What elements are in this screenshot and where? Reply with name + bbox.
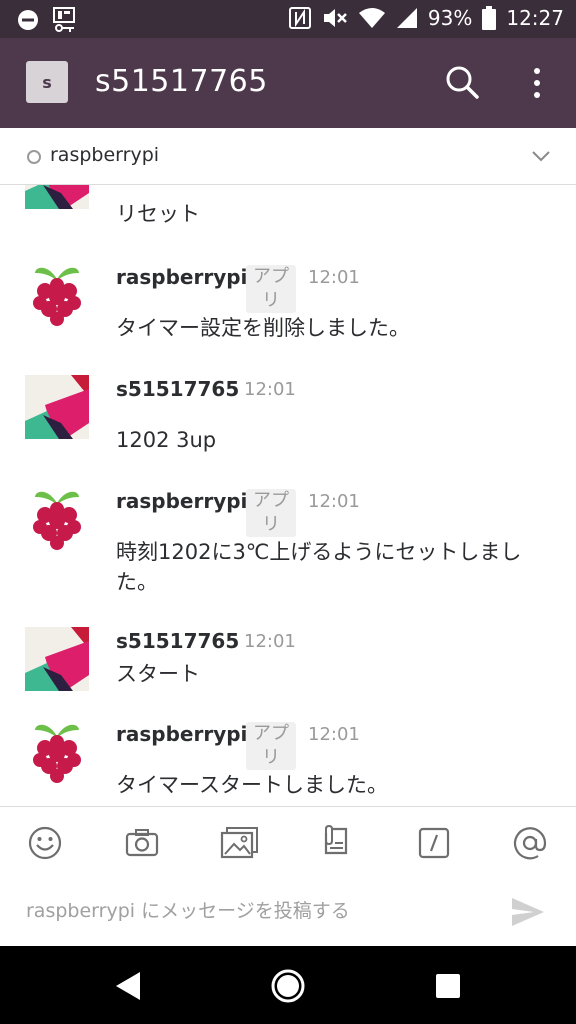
message-composer bbox=[0, 876, 576, 946]
more-vert-icon[interactable] bbox=[524, 66, 550, 100]
mention-icon[interactable] bbox=[512, 825, 548, 861]
workspace-title[interactable]: s51517765 bbox=[95, 64, 268, 99]
slash-command-icon[interactable] bbox=[416, 825, 452, 861]
timestamp: 12:01 bbox=[244, 631, 296, 652]
timestamp: 12:01 bbox=[244, 379, 296, 400]
message-item: リセット bbox=[0, 185, 576, 226]
message-text: タイマー設定を削除しました。 bbox=[116, 316, 410, 340]
home-icon[interactable] bbox=[270, 968, 306, 1004]
presence-icon bbox=[27, 150, 41, 164]
signal-icon bbox=[396, 7, 418, 29]
raspberry-avatar[interactable] bbox=[25, 263, 89, 327]
message-item: raspberrypi アプリ 12:01 タイマー設定を削除しました。 bbox=[0, 263, 576, 363]
message-item: raspberrypi アプリ 12:01 タイマースタートしました。 bbox=[0, 720, 576, 806]
message-item: s51517765 12:01 スタート bbox=[0, 627, 576, 707]
app-badge: アプリ bbox=[246, 489, 296, 537]
clock: 12:27 bbox=[506, 6, 564, 30]
message-text: タイマースタートしました。 bbox=[116, 773, 388, 797]
recents-icon[interactable] bbox=[430, 968, 466, 1004]
timestamp: 12:01 bbox=[308, 491, 360, 512]
team-avatar[interactable]: s bbox=[26, 61, 68, 103]
channel-name[interactable]: raspberrypi bbox=[50, 144, 159, 166]
camera-icon[interactable] bbox=[124, 825, 160, 861]
nfc-icon bbox=[288, 6, 312, 30]
message-item: s51517765 12:01 1202 3up bbox=[0, 375, 576, 475]
sender-name[interactable]: raspberrypi bbox=[116, 265, 247, 289]
battery-percent: 93% bbox=[427, 6, 473, 30]
emoji-icon[interactable] bbox=[27, 825, 63, 861]
message-item: raspberrypi アプリ 12:01 時刻1202に3℃上げるようにセット… bbox=[0, 487, 576, 607]
channel-header[interactable]: raspberrypi bbox=[0, 128, 576, 185]
message-text: 時刻1202に3℃上げるようにセットしました。 bbox=[116, 540, 522, 594]
raspberry-avatar[interactable] bbox=[25, 720, 89, 784]
message-text: リセット bbox=[116, 202, 200, 226]
app-badge: アプリ bbox=[246, 265, 296, 313]
message-text: 1202 3up bbox=[116, 428, 217, 452]
wifi-icon bbox=[358, 7, 386, 29]
sender-name[interactable]: s51517765 bbox=[116, 629, 239, 653]
app-badge: アプリ bbox=[246, 722, 296, 770]
app-bar: s s51517765 bbox=[0, 38, 576, 128]
message-text: スタート bbox=[116, 662, 200, 686]
sender-name[interactable]: raspberrypi bbox=[116, 722, 247, 746]
file-icon[interactable] bbox=[318, 824, 354, 861]
mute-icon bbox=[322, 6, 348, 30]
slack-logo-avatar[interactable] bbox=[25, 185, 89, 209]
raspberry-avatar[interactable] bbox=[25, 487, 89, 551]
message-list[interactable]: リセット raspberrypi アプリ 12:01 タイマー設定を削除しました… bbox=[0, 185, 576, 806]
minus-circle-icon bbox=[16, 8, 40, 32]
timestamp: 12:01 bbox=[308, 724, 360, 745]
message-input[interactable] bbox=[26, 894, 486, 928]
android-nav-bar bbox=[0, 946, 576, 1024]
sender-name[interactable]: raspberrypi bbox=[116, 489, 247, 513]
status-bar: 93% 12:27 bbox=[0, 0, 576, 38]
sender-name[interactable]: s51517765 bbox=[116, 377, 239, 401]
chevron-down-icon[interactable] bbox=[530, 146, 552, 166]
send-icon[interactable] bbox=[510, 896, 546, 928]
slack-logo-avatar[interactable] bbox=[25, 375, 89, 439]
gallery-icon[interactable] bbox=[220, 825, 258, 861]
slack-logo-avatar[interactable] bbox=[25, 627, 89, 691]
sim-key-icon bbox=[52, 7, 76, 33]
back-icon[interactable] bbox=[110, 968, 146, 1004]
timestamp: 12:01 bbox=[308, 267, 360, 288]
search-icon[interactable] bbox=[444, 64, 480, 100]
input-toolbar bbox=[0, 806, 576, 877]
battery-icon bbox=[482, 6, 497, 30]
